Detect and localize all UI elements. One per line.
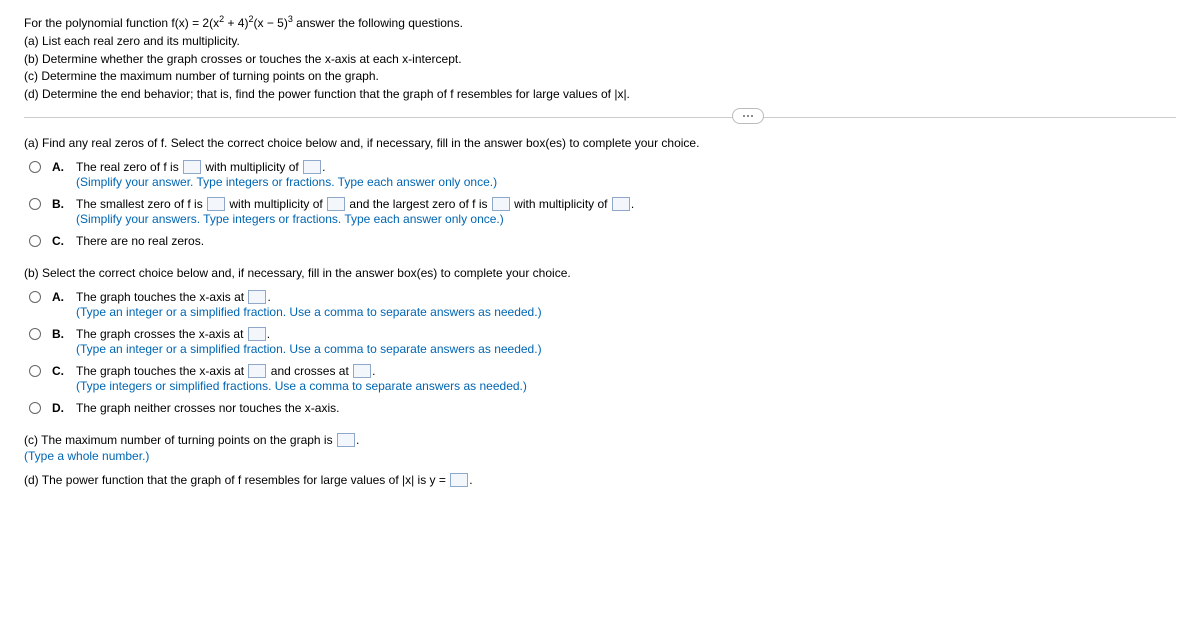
qd-blank[interactable]	[450, 473, 468, 487]
qb-a-text: The graph touches the x-axis at .	[76, 290, 271, 304]
qb-d-text: The graph neither crosses nor touches th…	[76, 401, 339, 415]
choice-letter: A.	[52, 290, 68, 304]
part-b-prompt: (b) Select the correct choice below and,…	[24, 266, 1176, 280]
part-a-prompt: (a) Find any real zeros of f. Select the…	[24, 136, 1176, 150]
qc-hint: (Type a whole number.)	[24, 449, 1176, 463]
choice-letter: C.	[52, 234, 68, 248]
qb-b-text: The graph crosses the x-axis at .	[76, 327, 270, 341]
qa-b-blank-2[interactable]	[327, 197, 345, 211]
qa-choice-c-radio[interactable]	[29, 235, 41, 247]
qd-text: (d) The power function that the graph of…	[24, 473, 473, 487]
qa-choice-a-radio[interactable]	[29, 161, 41, 173]
expand-toggle[interactable]	[732, 108, 764, 124]
qa-a-hint: (Simplify your answer. Type integers or …	[76, 175, 1176, 189]
qa-b-blank-1[interactable]	[207, 197, 225, 211]
qa-b-text: The smallest zero of f is with multiplic…	[76, 197, 634, 211]
part-d-text: (d) Determine the end behavior; that is,…	[24, 86, 1176, 103]
qb-c-blank-1[interactable]	[248, 364, 266, 378]
part-c-text: (c) Determine the maximum number of turn…	[24, 68, 1176, 85]
qa-a-blank-2[interactable]	[303, 160, 321, 174]
qb-c-hint: (Type integers or simplified fractions. …	[76, 379, 1176, 393]
qa-b-hint: (Simplify your answers. Type integers or…	[76, 212, 1176, 226]
qc-text: (c) The maximum number of turning points…	[24, 433, 359, 447]
qb-c-blank-2[interactable]	[353, 364, 371, 378]
choice-letter: D.	[52, 401, 68, 415]
qa-b-blank-4[interactable]	[612, 197, 630, 211]
qb-a-blank[interactable]	[248, 290, 266, 304]
part-b-text: (b) Determine whether the graph crosses …	[24, 51, 1176, 68]
choice-letter: A.	[52, 160, 68, 174]
qb-choice-c-radio[interactable]	[29, 365, 41, 377]
qb-choice-a-radio[interactable]	[29, 291, 41, 303]
problem-function: For the polynomial function f(x) = 2(x2 …	[24, 16, 463, 30]
qa-b-blank-3[interactable]	[492, 197, 510, 211]
qb-b-hint: (Type an integer or a simplified fractio…	[76, 342, 1176, 356]
qa-c-text: There are no real zeros.	[76, 234, 204, 248]
part-a-text: (a) List each real zero and its multipli…	[24, 33, 1176, 50]
qa-a-text: The real zero of f is with multiplicity …	[76, 160, 325, 174]
qb-choice-d-radio[interactable]	[29, 402, 41, 414]
qa-choice-b-radio[interactable]	[29, 198, 41, 210]
qb-c-text: The graph touches the x-axis at and cros…	[76, 364, 376, 378]
choice-letter: C.	[52, 364, 68, 378]
qb-choice-b-radio[interactable]	[29, 328, 41, 340]
qa-a-blank-1[interactable]	[183, 160, 201, 174]
qc-blank[interactable]	[337, 433, 355, 447]
choice-letter: B.	[52, 197, 68, 211]
qb-a-hint: (Type an integer or a simplified fractio…	[76, 305, 1176, 319]
choice-letter: B.	[52, 327, 68, 341]
qb-b-blank[interactable]	[248, 327, 266, 341]
